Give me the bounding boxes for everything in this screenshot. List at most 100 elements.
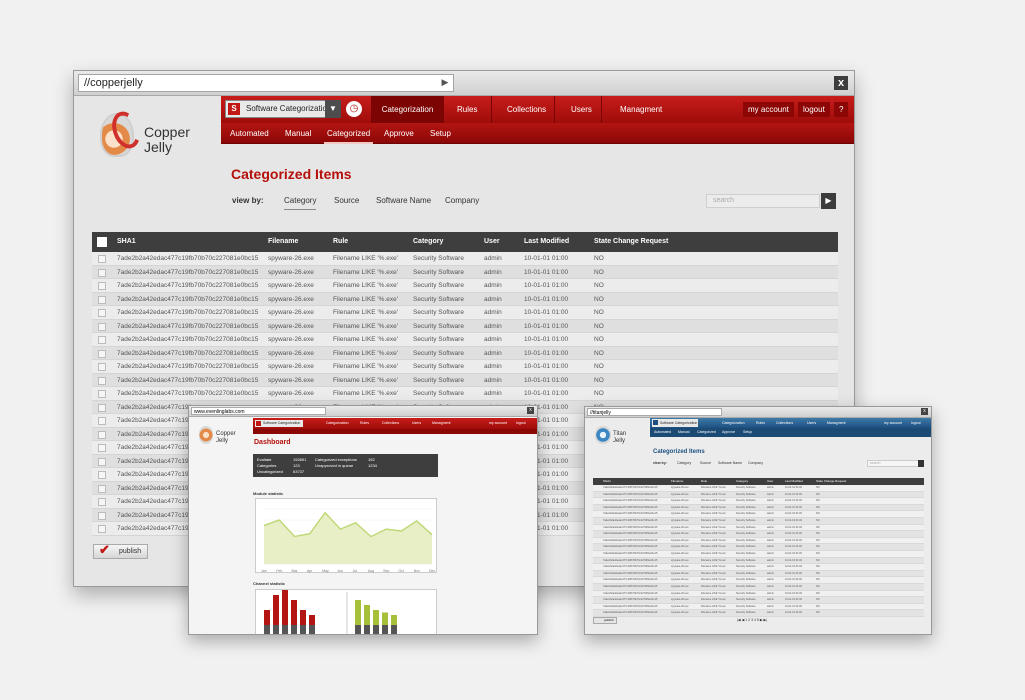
nav-categorization[interactable]: Categorization <box>372 96 443 123</box>
row-checkbox[interactable] <box>98 309 106 317</box>
my-account-link[interactable]: my account <box>743 102 794 117</box>
row-checkbox[interactable] <box>98 376 106 385</box>
subnav-automated[interactable]: Automated <box>230 123 269 144</box>
table-row[interactable]: 7ade2b2a42edac477c19fb70b70c227081e0bc15… <box>92 373 838 387</box>
my-account-link[interactable]: my account <box>884 418 902 428</box>
nav-users[interactable]: Users <box>412 418 421 429</box>
help-icon[interactable]: ? <box>834 102 849 117</box>
row-checkbox[interactable] <box>98 363 106 371</box>
row-checkbox[interactable] <box>98 417 106 425</box>
nav-rules[interactable]: Rules <box>756 418 765 428</box>
table-row[interactable]: 7ade2b2a42edac477c19fb70b70c227081e0bc15… <box>593 550 924 558</box>
view-by-software-name[interactable]: Software Name <box>718 461 742 465</box>
table-row[interactable]: 7ade2b2a42edac477c19fb70b70c227081e0bc15… <box>593 544 924 551</box>
table-row[interactable]: 7ade2b2a42edac477c19fb70b70c227081e0bc15… <box>92 306 838 320</box>
table-row[interactable]: 7ade2b2a42edac477c19fb70b70c227081e0bc15… <box>593 570 924 578</box>
col-last-modified[interactable]: Last Modified <box>524 232 569 252</box>
close-icon[interactable]: x <box>921 408 928 415</box>
nav-managment[interactable]: Managment <box>620 96 662 123</box>
search-input[interactable]: search <box>867 460 921 467</box>
row-checkbox[interactable] <box>98 511 106 520</box>
table-row[interactable]: 7ade2b2a42edac477c19fb70b70c227081e0bc15… <box>593 603 924 611</box>
nav-collections[interactable]: Collections <box>776 418 793 428</box>
table-row[interactable]: 7ade2b2a42edac477c19fb70b70c227081e0bc15… <box>593 564 924 571</box>
search-go-icon[interactable]: ▶ <box>821 193 836 209</box>
row-checkbox[interactable] <box>98 295 106 304</box>
pagination[interactable]: |◀ ◀ 1 2 3 4 5 ▶ ▶| <box>737 618 767 622</box>
subnav-setup[interactable]: Setup <box>743 428 752 437</box>
table-row[interactable]: 7ade2b2a42edac477c19fb70b70c227081e0bc15… <box>593 504 924 512</box>
row-checkbox[interactable] <box>98 484 106 493</box>
table-row[interactable]: 7ade2b2a42edac477c19fb70b70c227081e0bc15… <box>593 583 924 591</box>
table-row[interactable]: 7ade2b2a42edac477c19fb70b70c227081e0bc15… <box>593 537 924 545</box>
nav-categorization[interactable]: Categorization <box>326 418 349 429</box>
go-icon[interactable]: ▶ <box>438 75 452 90</box>
row-checkbox[interactable] <box>98 349 106 358</box>
col-user[interactable]: User <box>484 232 500 252</box>
view-by-software-name[interactable]: Software Name <box>376 196 431 205</box>
table-row[interactable]: 7ade2b2a42edac477c19fb70b70c227081e0bc15… <box>593 610 924 617</box>
col-state-change-request[interactable]: State Change Request <box>816 478 846 485</box>
nav-managment[interactable]: Managment <box>432 418 450 429</box>
col-filename[interactable]: Filename <box>671 478 683 485</box>
chevron-down-icon[interactable]: ▼ <box>325 100 341 118</box>
col-sha1[interactable]: SHA1 <box>117 232 136 252</box>
subnav-setup[interactable]: Setup <box>430 123 451 144</box>
row-checkbox[interactable] <box>98 390 106 398</box>
row-checkbox[interactable] <box>98 498 106 506</box>
logout-link[interactable]: logout <box>911 418 921 428</box>
table-row[interactable]: 7ade2b2a42edac477c19fb70b70c227081e0bc15… <box>593 531 924 538</box>
col-category[interactable]: Category <box>736 478 748 485</box>
subnav-approve[interactable]: Approve <box>722 428 735 437</box>
publish-button[interactable]: ✔ publish <box>93 543 148 559</box>
nav-categorization[interactable]: Categorization <box>722 418 745 428</box>
col-rule[interactable]: Rule <box>701 478 707 485</box>
table-row[interactable]: 7ade2b2a42edac477c19fb70b70c227081e0bc15… <box>92 333 838 347</box>
row-checkbox[interactable] <box>98 336 106 344</box>
table-row[interactable]: 7ade2b2a42edac477c19fb70b70c227081e0bc15… <box>593 590 924 598</box>
close-icon[interactable]: x <box>834 76 848 90</box>
col-user[interactable]: User <box>767 478 773 485</box>
nav-collections[interactable]: Collections <box>507 96 546 123</box>
nav-rules[interactable]: Rules <box>360 418 369 429</box>
table-row[interactable]: 7ade2b2a42edac477c19fb70b70c227081e0bc15… <box>593 577 924 584</box>
subnav-categorized[interactable]: Categorized <box>323 123 374 144</box>
table-row[interactable]: 7ade2b2a42edac477c19fb70b70c227081e0bc15… <box>92 360 838 374</box>
col-sha1[interactable]: SHA1 <box>603 478 611 485</box>
view-by-company[interactable]: Company <box>445 196 479 205</box>
select-all-checkbox[interactable] <box>97 237 107 247</box>
row-checkbox[interactable] <box>98 403 106 412</box>
search-input[interactable]: search <box>706 194 820 208</box>
software-select[interactable]: S Software Categorization <box>225 100 337 118</box>
table-row[interactable]: 7ade2b2a42edac477c19fb70b70c227081e0bc15… <box>593 524 924 532</box>
subnav-categorized[interactable]: Categorized <box>697 428 716 437</box>
table-row[interactable]: 7ade2b2a42edac477c19fb70b70c227081e0bc15… <box>92 265 838 279</box>
software-select[interactable]: Software Categorization <box>652 419 698 427</box>
subnav-approve[interactable]: Approve <box>384 123 414 144</box>
col-category[interactable]: Category <box>413 232 443 252</box>
col-state-change-request[interactable]: State Change Request <box>594 232 668 252</box>
row-checkbox[interactable] <box>98 471 106 479</box>
subnav-manual[interactable]: Manual <box>678 428 689 437</box>
nav-rules[interactable]: Rules <box>457 96 477 123</box>
table-row[interactable]: 7ade2b2a42edac477c19fb70b70c227081e0bc15… <box>92 252 838 266</box>
titan-url-field[interactable]: //titanjelly <box>587 408 722 416</box>
url-field[interactable]: //copperjelly <box>78 74 454 92</box>
history-icon[interactable]: ◷ <box>346 101 362 117</box>
col-rule[interactable]: Rule <box>333 232 348 252</box>
table-row[interactable]: 7ade2b2a42edac477c19fb70b70c227081e0bc15… <box>92 319 838 333</box>
nav-users[interactable]: Users <box>571 96 592 123</box>
table-row[interactable]: 7ade2b2a42edac477c19fb70b70c227081e0bc15… <box>593 557 924 565</box>
row-checkbox[interactable] <box>98 430 106 439</box>
table-row[interactable]: 7ade2b2a42edac477c19fb70b70c227081e0bc15… <box>92 346 838 360</box>
my-account-link[interactable]: my account <box>489 418 507 429</box>
search-go-icon[interactable] <box>918 460 924 467</box>
table-row[interactable]: 7ade2b2a42edac477c19fb70b70c227081e0bc15… <box>593 485 924 492</box>
close-icon[interactable]: x <box>527 407 534 414</box>
publish-button[interactable]: publish <box>593 617 617 624</box>
table-row[interactable]: 7ade2b2a42edac477c19fb70b70c227081e0bc15… <box>593 597 924 604</box>
view-by-category[interactable]: Category <box>284 196 317 210</box>
table-row[interactable]: 7ade2b2a42edac477c19fb70b70c227081e0bc15… <box>92 387 838 401</box>
logout-link[interactable]: logout <box>516 418 526 429</box>
view-by-source[interactable]: Source <box>334 196 359 205</box>
